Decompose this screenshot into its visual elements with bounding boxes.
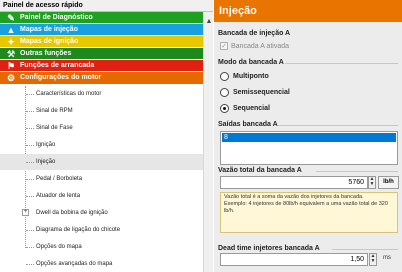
category-launch-functions[interactable]: ⚑ Funções de arrancada <box>0 60 203 72</box>
flag-icon: ⚑ <box>6 61 16 71</box>
scroll-up-icon[interactable]: ▲ <box>205 18 213 26</box>
category-label: Mapas de injeção <box>20 26 78 33</box>
engine-icon: ⚙ <box>6 73 16 83</box>
radio-semissequencial[interactable]: Semissequencial <box>220 88 290 97</box>
outputs-list-item[interactable]: 8 <box>222 133 396 142</box>
category-diagnostics[interactable]: ✎ Painel de Diagnóstico <box>0 12 203 24</box>
bank-mode-title: Modo da bancada A <box>218 59 284 66</box>
radio-icon <box>220 72 229 81</box>
tree-item-coil-dwell[interactable]: Dwell da bobina de ignição <box>0 205 203 221</box>
wrench-icon: ✎ <box>7 13 15 23</box>
radio-multiponto[interactable]: Multiponto <box>220 72 269 81</box>
quick-access-title: Painel de acesso rápido <box>0 0 213 12</box>
outputs-title: Saídas bancada A <box>218 121 278 128</box>
checkbox-label: Bancada A ativada <box>231 42 289 50</box>
injector-icon: ▲ <box>6 25 16 35</box>
dead-time-unit: ms <box>383 255 391 261</box>
expand-icon[interactable]: + <box>22 209 29 216</box>
outputs-list[interactable]: 8 <box>220 131 398 165</box>
category-other-functions[interactable]: ⚒ Outras funções <box>0 48 203 60</box>
dead-time-field[interactable]: 1,50 <box>220 253 368 266</box>
checkbox-check-icon: ✓ <box>220 42 228 50</box>
flow-unit-button[interactable]: lb/h <box>378 176 399 189</box>
category-label: Painel de Diagnóstico <box>20 14 93 21</box>
radio-selected-icon <box>220 104 229 113</box>
bank-a-group-title: Bancada de injeção A <box>218 30 291 37</box>
tool-icon: ⚒ <box>6 49 16 59</box>
dead-time-spinner[interactable]: ▲ ▼ <box>369 253 377 266</box>
category-injection-maps[interactable]: ▲ Mapas de injeção <box>0 24 203 36</box>
panel-header: Injeção <box>214 0 402 22</box>
radio-icon <box>220 88 229 97</box>
injection-settings-panel: Injeção Bancada de injeção A ✓ Bancada A… <box>214 0 402 272</box>
spark-icon: ✦ <box>7 37 15 47</box>
category-label: Funções de arrancada <box>20 62 95 69</box>
flow-info-box: Vazão total é a soma da vazão dos injeto… <box>220 192 398 233</box>
bank-a-enabled-checkbox[interactable]: ✓ Bancada A ativada <box>220 42 289 50</box>
category-label: Configurações do motor <box>20 74 102 81</box>
dead-time-title: Dead time injetores bancada A <box>218 245 320 252</box>
category-ignition-maps[interactable]: ✦ Mapas de ignição <box>0 36 203 48</box>
flow-title: Vazão total da bancada A <box>218 167 302 174</box>
quick-access-panel: Painel de acesso rápido ✎ Painel de Diag… <box>0 0 213 272</box>
radio-sequencial[interactable]: Sequencial <box>220 104 270 113</box>
category-label: Outras funções <box>20 50 72 57</box>
vertical-scrollbar[interactable]: ▲ <box>203 12 213 272</box>
category-label: Mapas de ignição <box>20 38 79 45</box>
flow-spinner[interactable]: ▲ ▼ <box>368 176 376 189</box>
category-engine-settings[interactable]: ⚙ Configurações do motor <box>0 72 203 85</box>
flow-value-field[interactable]: 5760 <box>220 176 368 189</box>
